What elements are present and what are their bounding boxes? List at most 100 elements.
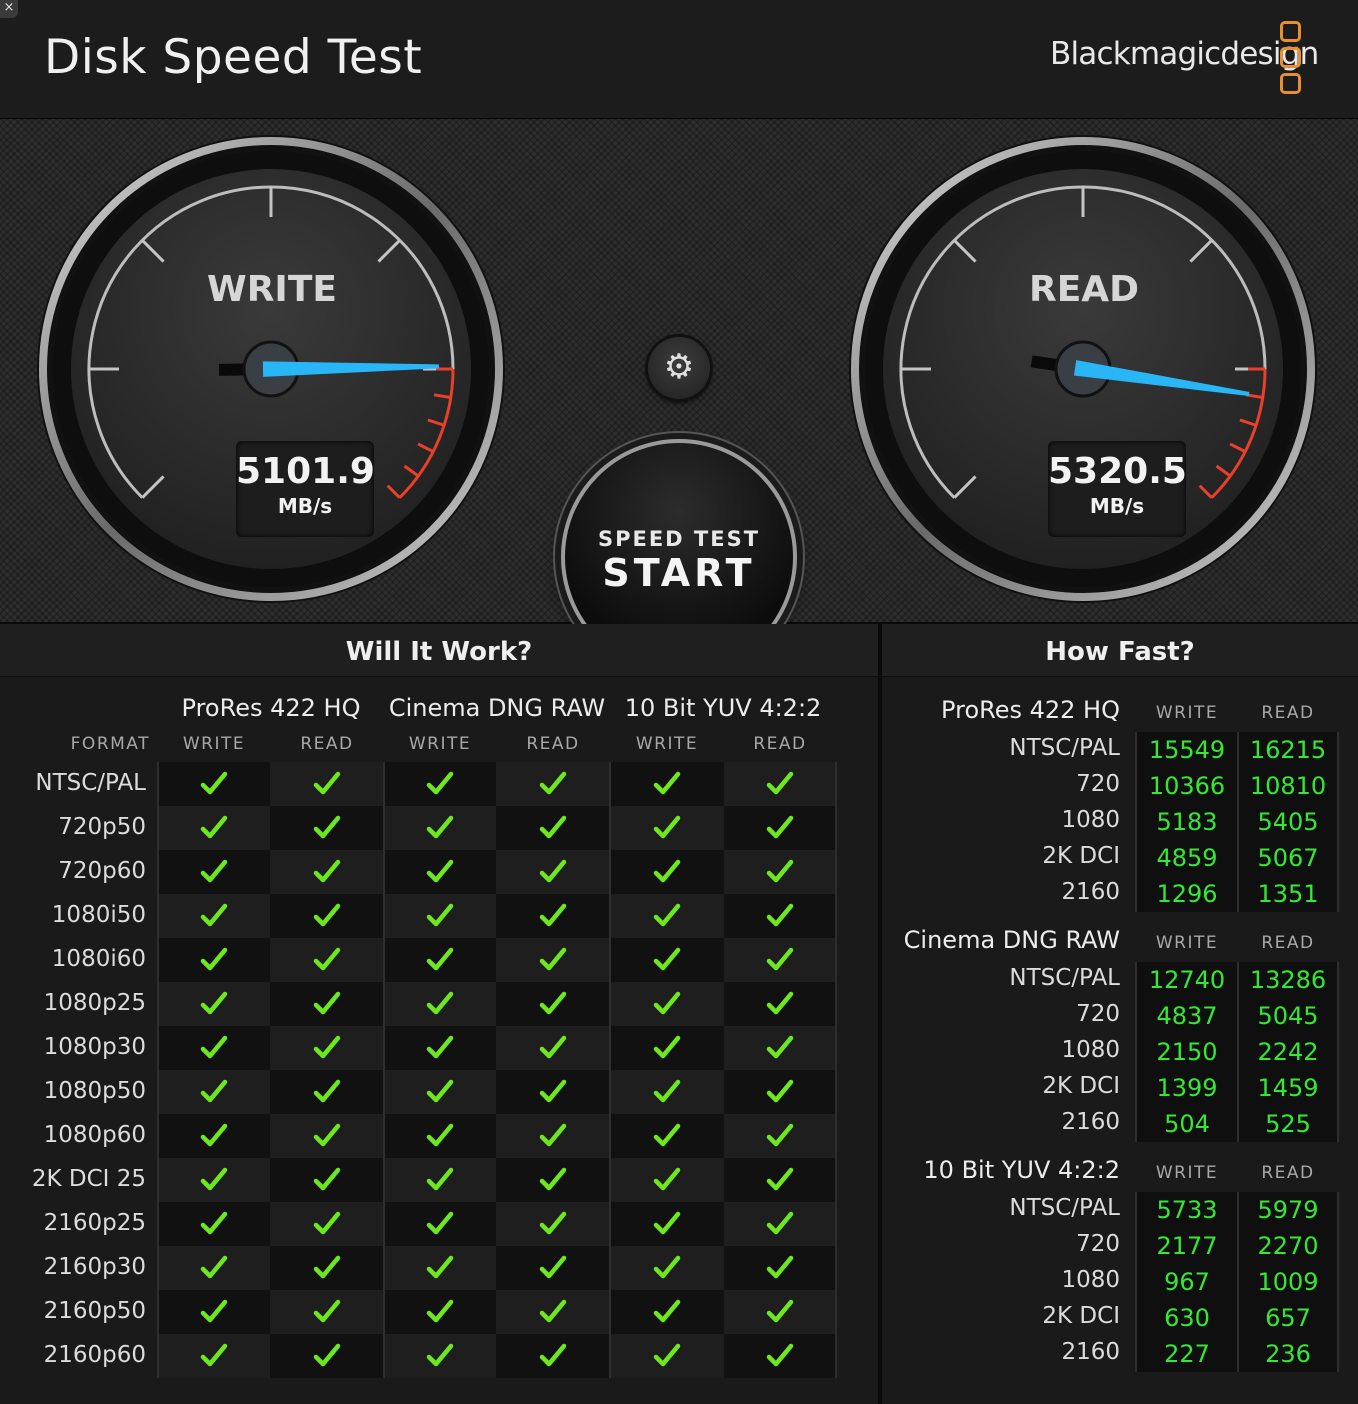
- read-gauge-dial: [849, 135, 1317, 603]
- checkmark-icon: [313, 1035, 341, 1059]
- compatibility-cell: [610, 806, 724, 850]
- how-fast-row-label: 2160: [1061, 1339, 1120, 1365]
- format-row-label: 720p60: [58, 858, 146, 884]
- fps-read-value: 5067: [1238, 840, 1338, 876]
- checkmark-icon: [766, 947, 794, 971]
- checkmark-icon: [653, 1167, 681, 1191]
- write-column-header: WRITE: [408, 734, 472, 754]
- fps-read-value: 13286: [1238, 962, 1338, 998]
- fps-write-value: 967: [1136, 1264, 1238, 1300]
- write-gauge-label: WRITE: [207, 269, 337, 310]
- compatibility-cell: [610, 1158, 724, 1202]
- checkmark-icon: [200, 1079, 228, 1103]
- checkmark-icon: [426, 1123, 454, 1147]
- checkmark-icon: [200, 1167, 228, 1191]
- fps-write-value: 12740: [1136, 962, 1238, 998]
- column-separator: [1337, 962, 1339, 1142]
- compatibility-cell: [158, 1202, 270, 1246]
- how-fast-row-label: 720: [1076, 771, 1120, 797]
- settings-button[interactable]: ⚙: [648, 337, 710, 399]
- will-group-title: 10 Bit YUV 4:2:2: [624, 694, 822, 722]
- compatibility-cell: [158, 1070, 270, 1114]
- fps-write-value: 5183: [1136, 804, 1238, 840]
- checkmark-icon: [200, 771, 228, 795]
- how-fast-row-label: NTSC/PAL: [1009, 965, 1120, 991]
- checkmark-icon: [200, 859, 228, 883]
- read-column-header: READ: [526, 734, 580, 754]
- compatibility-cell: [384, 850, 496, 894]
- checkmark-icon: [426, 1167, 454, 1191]
- compatibility-cell: [270, 762, 384, 806]
- read-column-header: READ: [1261, 933, 1315, 953]
- checkmark-icon: [313, 1123, 341, 1147]
- checkmark-icon: [200, 947, 228, 971]
- compatibility-cell: [724, 1158, 836, 1202]
- checkmark-icon: [313, 1299, 341, 1323]
- compatibility-cell: [384, 1070, 496, 1114]
- compatibility-cell: [496, 938, 610, 982]
- compatibility-cell: [158, 982, 270, 1026]
- format-row-label: 1080i60: [51, 946, 146, 972]
- fps-read-value: 657: [1238, 1300, 1338, 1336]
- compatibility-cell: [610, 982, 724, 1026]
- checkmark-icon: [313, 1211, 341, 1235]
- checkmark-icon: [426, 1211, 454, 1235]
- compatibility-cell: [384, 806, 496, 850]
- checkmark-icon: [426, 903, 454, 927]
- read-column-header: READ: [753, 734, 807, 754]
- compatibility-cell: [384, 1246, 496, 1290]
- will-it-work-panel: Will It Work? ProRes 422 HQ Cinema DNG RA…: [0, 624, 878, 1404]
- compatibility-cell: [158, 938, 270, 982]
- column-separator: [1237, 962, 1239, 1142]
- compatibility-cell: [384, 1114, 496, 1158]
- format-row-label: 2160p50: [43, 1298, 146, 1324]
- fps-write-value: 1399: [1136, 1070, 1238, 1106]
- compatibility-cell: [158, 806, 270, 850]
- compatibility-cell: [610, 938, 724, 982]
- fps-write-value: 630: [1136, 1300, 1238, 1336]
- how-fast-title: How Fast?: [882, 624, 1358, 677]
- compatibility-cell: [724, 1246, 836, 1290]
- checkmark-icon: [539, 991, 567, 1015]
- how-fast-row-label: NTSC/PAL: [1009, 1195, 1120, 1221]
- fps-write-value: 504: [1136, 1106, 1238, 1142]
- compatibility-cell: [270, 1290, 384, 1334]
- checkmark-icon: [426, 1299, 454, 1323]
- compatibility-cell: [158, 1334, 270, 1378]
- column-separator: [1337, 732, 1339, 912]
- compatibility-cell: [158, 1290, 270, 1334]
- checkmark-icon: [653, 1255, 681, 1279]
- compatibility-cell: [270, 938, 384, 982]
- checkmark-icon: [766, 1035, 794, 1059]
- write-column-header: WRITE: [635, 734, 699, 754]
- close-button[interactable]: ×: [0, 0, 18, 18]
- checkmark-icon: [539, 815, 567, 839]
- compatibility-cell: [496, 1114, 610, 1158]
- compatibility-cell: [270, 806, 384, 850]
- checkmark-icon: [539, 859, 567, 883]
- checkmark-icon: [426, 1255, 454, 1279]
- compatibility-cell: [724, 1026, 836, 1070]
- checkmark-icon: [200, 1255, 228, 1279]
- checkmark-icon: [200, 991, 228, 1015]
- checkmark-icon: [766, 1211, 794, 1235]
- compatibility-cell: [610, 894, 724, 938]
- compatibility-cell: [496, 850, 610, 894]
- checkmark-icon: [539, 947, 567, 971]
- checkmark-icon: [200, 815, 228, 839]
- compatibility-cell: [724, 1070, 836, 1114]
- title-bar: Disk Speed Test Blackmagicdesign: [0, 0, 1358, 119]
- read-gauge-label: READ: [1028, 269, 1140, 310]
- app-title: Disk Speed Test: [44, 30, 423, 85]
- compatibility-cell: [610, 1334, 724, 1378]
- read-gauge: READ 5320.5 MB/s: [846, 119, 1322, 619]
- compatibility-cell: [610, 1070, 724, 1114]
- checkmark-icon: [766, 1167, 794, 1191]
- compatibility-cell: [610, 1290, 724, 1334]
- checkmark-icon: [653, 1035, 681, 1059]
- write-gauge-dial: [37, 135, 505, 603]
- fps-write-value: 2177: [1136, 1228, 1238, 1264]
- fps-write-value: 4837: [1136, 998, 1238, 1034]
- compatibility-cell: [384, 938, 496, 982]
- format-row-label: 1080p50: [43, 1078, 146, 1104]
